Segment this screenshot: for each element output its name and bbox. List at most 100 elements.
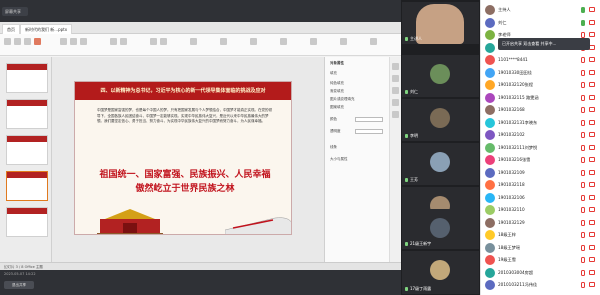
participant-row[interactable]: 19010330田田佳 xyxy=(481,67,600,80)
video-tile[interactable]: 刘仁 xyxy=(402,55,479,97)
participant-row[interactable]: 1901032111刘梦悦 xyxy=(481,142,600,155)
mic-muted-icon[interactable] xyxy=(581,157,585,163)
ribbon-icon[interactable] xyxy=(70,38,77,45)
slide-thumbnail-active[interactable] xyxy=(6,171,48,201)
mic-muted-icon[interactable] xyxy=(581,269,585,276)
camera-off-icon[interactable] xyxy=(589,132,595,137)
camera-off-icon[interactable] xyxy=(589,257,595,262)
ribbon-icon[interactable] xyxy=(34,38,41,45)
mic-on-icon[interactable] xyxy=(581,19,585,26)
camera-off-icon[interactable] xyxy=(589,69,595,75)
mic-muted-icon[interactable] xyxy=(581,132,585,138)
mic-muted-icon[interactable] xyxy=(581,57,585,63)
rail-icon[interactable] xyxy=(392,111,399,118)
mic-muted-icon[interactable] xyxy=(581,119,585,126)
camera-off-icon[interactable] xyxy=(589,194,595,200)
participant-row[interactable]: 18级王梦瑶 xyxy=(481,242,600,255)
transparency-slider[interactable] xyxy=(355,129,383,134)
mic-on-icon[interactable] xyxy=(581,7,585,13)
video-tile[interactable]: 主讲人 xyxy=(402,2,479,44)
ribbon-icon[interactable] xyxy=(160,38,167,45)
participant-row[interactable]: 刘仁 xyxy=(481,17,600,30)
mic-muted-icon[interactable] xyxy=(581,257,585,263)
ribbon-icon[interactable] xyxy=(24,38,31,45)
ribbon-icon[interactable] xyxy=(370,38,377,45)
video-tile[interactable]: 王芳 xyxy=(402,143,479,185)
slide-thumbnail[interactable] xyxy=(6,99,48,129)
participant-row[interactable]: 1901032102 xyxy=(481,129,600,142)
participant-row[interactable]: 1901032118 xyxy=(481,179,600,192)
ribbon-icon[interactable] xyxy=(190,38,197,45)
mic-muted-icon[interactable] xyxy=(581,232,585,238)
video-tile[interactable]: 21级王新宇 xyxy=(402,209,479,249)
participant-row[interactable]: 1101****8441 xyxy=(481,54,600,67)
panel-option[interactable]: 纯色填充 xyxy=(330,81,344,86)
participant-row[interactable]: 1901032131李晓东 xyxy=(481,117,600,130)
mic-muted-icon[interactable] xyxy=(581,94,585,101)
mic-muted-icon[interactable] xyxy=(581,169,585,176)
ribbon-icon[interactable] xyxy=(280,38,287,45)
current-slide[interactable]: 四、以新精神为总书记，习近平为核心的新一代领导集体面临的挑战及应对 中国梦是国家… xyxy=(74,81,292,235)
camera-off-icon[interactable] xyxy=(589,169,595,175)
slide-thumbnail[interactable] xyxy=(6,207,48,237)
participant-row[interactable]: 2010103211冯伟佳 xyxy=(481,279,600,292)
mic-muted-icon[interactable] xyxy=(581,82,585,88)
participant-row[interactable]: 1901032129 xyxy=(481,217,600,230)
ribbon-icon[interactable] xyxy=(120,38,127,45)
participant-row[interactable]: 1901032120张程 xyxy=(481,79,600,92)
ribbon-icon[interactable] xyxy=(220,38,227,45)
ribbon-icon[interactable] xyxy=(60,38,67,45)
participant-row[interactable]: 2010303004房超 xyxy=(481,267,600,280)
participant-row[interactable]: 1901032115 路雯涵 xyxy=(481,92,600,105)
ribbon-icon[interactable] xyxy=(250,38,257,45)
ribbon-icon[interactable] xyxy=(340,38,347,45)
camera-off-icon[interactable] xyxy=(589,144,595,150)
panel-option[interactable]: 透明度 xyxy=(330,129,341,134)
ribbon-icon[interactable] xyxy=(110,38,117,45)
participant-row[interactable]: 19级王雪 xyxy=(481,254,600,267)
camera-off-icon[interactable] xyxy=(589,207,595,212)
camera-off-icon[interactable] xyxy=(589,32,595,37)
camera-off-icon[interactable] xyxy=(589,182,595,187)
camera-off-icon[interactable] xyxy=(589,269,595,275)
participant-row[interactable]: 1901032109 xyxy=(481,167,600,180)
participant-row[interactable]: 1901032106 xyxy=(481,192,600,205)
camera-off-icon[interactable] xyxy=(589,219,595,225)
mic-muted-icon[interactable] xyxy=(581,194,585,201)
camera-off-icon[interactable] xyxy=(589,7,595,12)
camera-off-icon[interactable] xyxy=(589,107,595,112)
tab-home[interactable]: 首页 xyxy=(2,24,20,34)
panel-option[interactable]: 线条 xyxy=(330,145,337,150)
camera-off-icon[interactable] xyxy=(589,19,595,25)
camera-off-icon[interactable] xyxy=(589,282,595,287)
mic-muted-icon[interactable] xyxy=(581,144,585,151)
video-tile[interactable]: 李明 xyxy=(402,99,479,141)
camera-off-icon[interactable] xyxy=(589,157,595,162)
color-picker[interactable] xyxy=(355,117,383,122)
ribbon-icon[interactable] xyxy=(14,38,21,45)
camera-off-icon[interactable] xyxy=(589,94,595,100)
panel-option[interactable]: 颜色 xyxy=(330,117,337,122)
ribbon-icon[interactable] xyxy=(150,38,157,45)
camera-off-icon[interactable] xyxy=(589,119,595,125)
mic-muted-icon[interactable] xyxy=(581,182,585,188)
mic-muted-icon[interactable] xyxy=(581,244,585,251)
rail-icon[interactable] xyxy=(392,99,399,106)
stop-share-button[interactable]: 退出共享 xyxy=(4,281,34,289)
mic-muted-icon[interactable] xyxy=(581,282,585,288)
rail-icon[interactable] xyxy=(392,87,399,94)
camera-off-icon[interactable] xyxy=(589,82,595,87)
panel-option[interactable]: 填充 xyxy=(330,71,337,76)
camera-off-icon[interactable] xyxy=(589,232,595,237)
video-tile[interactable]: 17级丁雨露 xyxy=(402,251,479,294)
participant-row[interactable]: 主持人 xyxy=(481,4,600,17)
panel-option[interactable]: 渐变填充 xyxy=(330,89,344,94)
participant-row[interactable]: 18级王梓 xyxy=(481,229,600,242)
screen-share-control[interactable]: 屏幕共享 xyxy=(2,7,28,16)
ribbon-icon[interactable] xyxy=(80,38,87,45)
participant-row[interactable]: 1901032168 xyxy=(481,104,600,117)
ribbon-icon[interactable] xyxy=(4,38,11,45)
mic-muted-icon[interactable] xyxy=(581,107,585,113)
ribbon-icon[interactable] xyxy=(310,38,317,45)
mic-muted-icon[interactable] xyxy=(581,219,585,226)
